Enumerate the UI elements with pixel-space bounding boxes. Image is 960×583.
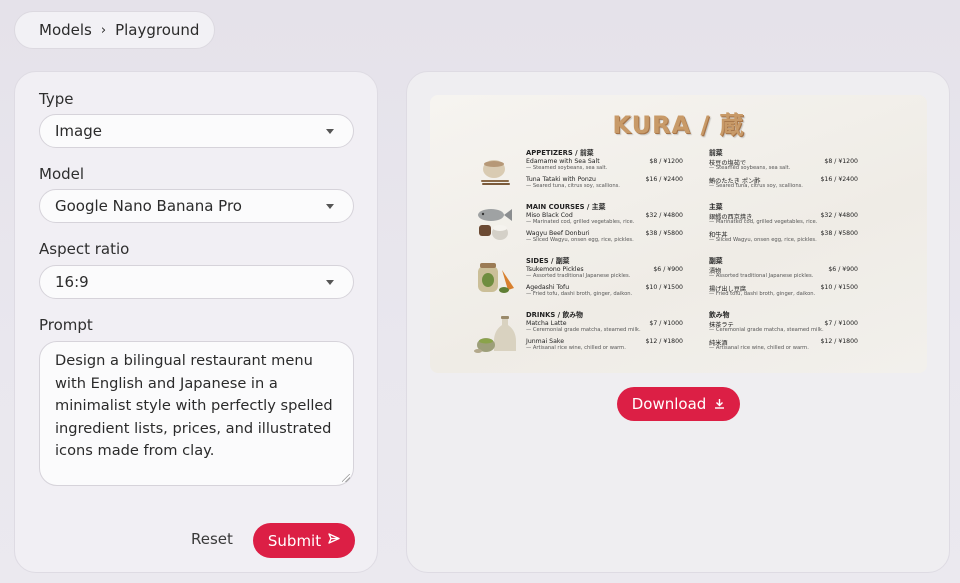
breadcrumb-models[interactable]: Models bbox=[39, 21, 92, 39]
menu-item-price-jp: $7 / ¥1000 bbox=[824, 320, 858, 327]
model-value: Google Nano Banana Pro bbox=[55, 197, 242, 215]
menu-item-price-en: $16 / ¥2400 bbox=[645, 176, 683, 183]
aspect-ratio-label: Aspect ratio bbox=[39, 240, 130, 258]
type-value: Image bbox=[55, 122, 102, 140]
menu-section-heading-en: MAIN COURSES / 主菜 bbox=[526, 203, 606, 211]
clay-fish-rice-icon bbox=[478, 209, 512, 240]
menu-item-price-en: $8 / ¥1200 bbox=[649, 158, 683, 165]
settings-panel: Type Image Model Google Nano Banana Pro … bbox=[14, 71, 378, 573]
download-button[interactable]: Download bbox=[617, 387, 740, 421]
menu-item-desc-en: — Ceremonial grade matcha, steamed milk. bbox=[526, 327, 641, 333]
menu-item-name-en: Junmai Sake bbox=[526, 338, 565, 345]
menu-item-name-en: Matcha Latte bbox=[526, 320, 567, 327]
prompt-textarea[interactable]: Design a bilingual restaurant menu with … bbox=[39, 341, 354, 486]
clay-pickle-jar-icon bbox=[478, 263, 514, 293]
menu-item-desc-en: — Assorted traditional Japanese pickles. bbox=[526, 273, 631, 279]
menu-item-price-en: $12 / ¥1800 bbox=[645, 338, 683, 345]
generated-image: KURA / 蔵 APPETIZERS / 前菜 前菜 Edamame with… bbox=[430, 95, 927, 373]
send-icon bbox=[328, 533, 340, 548]
menu-item-name-en: Agedashi Tofu bbox=[526, 284, 570, 291]
submit-label: Submit bbox=[267, 531, 322, 550]
menu-item-price-en: $7 / ¥1000 bbox=[649, 320, 683, 327]
aspect-ratio-value: 16:9 bbox=[55, 273, 89, 291]
menu-item-price-en: $38 / ¥5800 bbox=[645, 230, 683, 237]
menu-item-desc-jp: — Sliced Wagyu, onsen egg, rice, pickles… bbox=[709, 237, 817, 243]
menu-section-heading-jp: 飲み物 bbox=[709, 311, 730, 319]
model-select[interactable]: Google Nano Banana Pro bbox=[39, 189, 354, 223]
menu-item-name-en: Edamame with Sea Salt bbox=[526, 158, 600, 165]
chevron-down-icon bbox=[326, 204, 334, 209]
menu-item-desc-jp: — Seared tuna, citrus soy, scallions. bbox=[709, 183, 803, 189]
breadcrumb-separator-icon: › bbox=[100, 22, 107, 38]
menu-item-name-en: Tuna Tataki with Ponzu bbox=[526, 176, 596, 183]
breadcrumb: Models › Playground bbox=[14, 11, 215, 49]
menu-item-price-jp: $12 / ¥1800 bbox=[820, 338, 858, 345]
prompt-text: Design a bilingual restaurant menu with … bbox=[55, 352, 333, 460]
menu-item-price-jp: $16 / ¥2400 bbox=[820, 176, 858, 183]
menu-item-price-jp: $6 / ¥900 bbox=[828, 266, 858, 273]
chevron-down-icon bbox=[326, 129, 334, 134]
breadcrumb-playground[interactable]: Playground bbox=[115, 21, 199, 39]
menu-item-price-jp: $32 / ¥4800 bbox=[820, 212, 858, 219]
type-label: Type bbox=[39, 90, 74, 108]
menu-title: KURA / 蔵 bbox=[612, 111, 745, 139]
menu-section-heading-en: SIDES / 副菜 bbox=[526, 257, 570, 265]
download-icon bbox=[714, 395, 725, 413]
menu-item-desc-en: — Steamed soybeans, sea salt. bbox=[526, 165, 608, 171]
menu-item-desc-jp: — Ceremonial grade matcha, steamed milk. bbox=[709, 327, 824, 333]
menu-item-price-jp: $38 / ¥5800 bbox=[820, 230, 858, 237]
menu-item-price-en: $6 / ¥900 bbox=[653, 266, 683, 273]
menu-section-heading-en: APPETIZERS / 前菜 bbox=[526, 149, 594, 157]
menu-item-desc-jp: — Fried tofu, dashi broth, ginger, daiko… bbox=[709, 291, 816, 297]
prompt-label: Prompt bbox=[39, 316, 93, 334]
chevron-down-icon bbox=[326, 280, 334, 285]
menu-item-desc-jp: — Steamed soybeans, sea salt. bbox=[709, 165, 791, 171]
output-panel: KURA / 蔵 APPETIZERS / 前菜 前菜 Edamame with… bbox=[406, 71, 950, 573]
resize-handle-icon[interactable] bbox=[342, 474, 350, 482]
menu-section-heading-jp: 副菜 bbox=[709, 257, 723, 265]
menu-item-desc-en: — Sliced Wagyu, onsen egg, rice, pickles… bbox=[526, 237, 634, 243]
menu-section-heading-jp: 前菜 bbox=[709, 149, 723, 157]
reset-button[interactable]: Reset bbox=[191, 530, 233, 548]
type-select[interactable]: Image bbox=[39, 114, 354, 148]
menu-item-desc-en: — Marinated cod, grilled vegetables, ric… bbox=[526, 219, 635, 225]
menu-item-price-en: $32 / ¥4800 bbox=[645, 212, 683, 219]
menu-item-desc-en: — Artisanal rice wine, chilled or warm. bbox=[526, 345, 626, 351]
menu-item-name-en: Miso Black Cod bbox=[526, 212, 573, 219]
menu-item-name-en: Tsukemono Pickles bbox=[526, 266, 584, 273]
menu-item-desc-jp: — Marinated cod, grilled vegetables, ric… bbox=[709, 219, 818, 225]
menu-item-price-jp: $10 / ¥1500 bbox=[820, 284, 858, 291]
menu-section-heading-en: DRINKS / 飲み物 bbox=[526, 311, 583, 319]
model-label: Model bbox=[39, 165, 85, 183]
menu-item-desc-jp: — Artisanal rice wine, chilled or warm. bbox=[709, 345, 809, 351]
submit-button[interactable]: Submit bbox=[253, 523, 355, 558]
menu-item-price-jp: $8 / ¥1200 bbox=[824, 158, 858, 165]
clay-bowl-chopsticks-icon bbox=[481, 160, 510, 185]
aspect-ratio-select[interactable]: 16:9 bbox=[39, 265, 354, 299]
menu-item-desc-en: — Fried tofu, dashi broth, ginger, daiko… bbox=[526, 291, 633, 297]
menu-item-name-en: Wagyu Beef Donburi bbox=[526, 230, 590, 237]
menu-section-heading-jp: 主菜 bbox=[709, 203, 723, 211]
menu-item-desc-en: — Seared tuna, citrus soy, scallions. bbox=[526, 183, 620, 189]
menu-item-desc-jp: — Assorted traditional Japanese pickles. bbox=[709, 273, 814, 279]
clay-sake-bottle-icon bbox=[474, 316, 516, 353]
download-label: Download bbox=[631, 395, 707, 413]
menu-item-price-en: $10 / ¥1500 bbox=[645, 284, 683, 291]
